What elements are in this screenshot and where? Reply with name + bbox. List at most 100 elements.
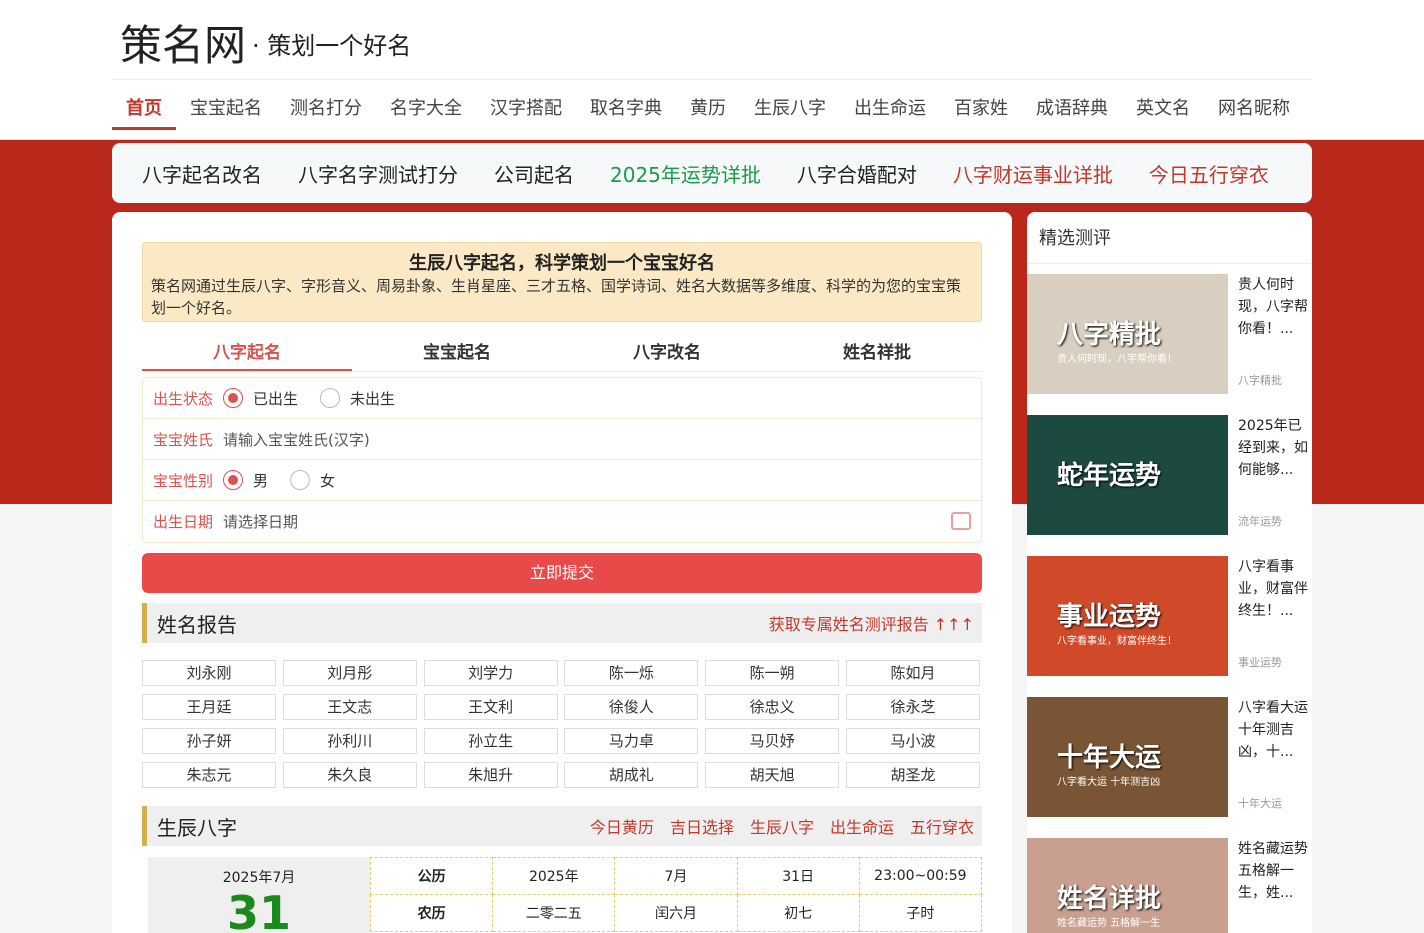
- name-report-link[interactable]: 获取专属姓名测评报告 ↑↑↑: [769, 611, 974, 635]
- male-option[interactable]: 男: [223, 470, 268, 491]
- calendar-icon[interactable]: [951, 512, 971, 530]
- name-chip[interactable]: 朱久良: [282, 762, 417, 788]
- gregorian-row: 公历 2025年 7月 31日 23:00~00:59: [369, 857, 983, 895]
- unborn-option[interactable]: 未出生: [320, 388, 395, 409]
- nav-item[interactable]: 成语辞典: [1022, 96, 1122, 130]
- card-thumbnail[interactable]: 事业运势 八字看事业，财富伴终生！: [1027, 556, 1228, 676]
- site-logo[interactable]: 策名网: [120, 12, 246, 73]
- name-chip[interactable]: 胡圣龙: [845, 762, 980, 788]
- card-text[interactable]: 贵人何时现，八字帮你看！...: [1238, 274, 1312, 340]
- nav-item[interactable]: 黄历: [676, 96, 740, 130]
- tab-item[interactable]: 宝宝起名: [352, 340, 562, 371]
- feature-nav-item[interactable]: 八字财运事业详批: [953, 159, 1113, 188]
- male-radio[interactable]: [223, 470, 243, 490]
- name-grid: 刘永刚 刘月彤 刘学力 陈一烁 陈一朔 陈如月 王月廷 王文志 王文利 徐俊人 徐忠义 徐永芝 孙子妍孙…: [142, 660, 982, 788]
- feature-nav-item[interactable]: 公司起名: [494, 159, 574, 188]
- site-header: 策名网 · 策划一个好名 首页 宝宝起名 测名打分 名字大全 汉字搭配 取名字典 黄历 生辰八…: [0, 0, 1424, 140]
- date-row[interactable]: 出生日期 请选择日期: [143, 501, 981, 542]
- card-thumbnail[interactable]: 姓名详批 姓名藏运势 五格解一生: [1027, 838, 1228, 933]
- name-chip[interactable]: 陈如月: [845, 660, 980, 686]
- review-card[interactable]: 姓名详批 姓名藏运势 五格解一生 姓名藏运势 五格解一生，姓...: [1027, 838, 1312, 933]
- date-input[interactable]: 请选择日期: [223, 511, 298, 532]
- nav-item[interactable]: 网名昵称: [1204, 96, 1304, 130]
- card-thumbnail[interactable]: 八字精批 贵人何时现，八字帮你看！: [1027, 274, 1228, 394]
- name-chip[interactable]: 孙利川: [282, 728, 417, 754]
- bazi-link[interactable]: 吉日选择: [670, 814, 734, 838]
- name-chip[interactable]: 徐永芝: [845, 694, 980, 720]
- name-chip[interactable]: 马力卓: [564, 728, 699, 754]
- nav-item[interactable]: 生辰八字: [740, 96, 840, 130]
- name-chip[interactable]: 刘永刚: [142, 660, 276, 686]
- name-chip[interactable]: 马贝妤: [705, 728, 840, 754]
- lunar-cell: 初七: [736, 894, 860, 932]
- nav-item[interactable]: 名字大全: [376, 96, 476, 130]
- unborn-radio[interactable]: [320, 388, 341, 408]
- birth-status-row: 出生状态 已出生 未出生: [143, 378, 981, 419]
- card-text[interactable]: 八字看大运 十年测吉凶，十...: [1238, 697, 1312, 763]
- feature-nav-item[interactable]: 今日五行穿衣: [1149, 159, 1269, 188]
- name-chip[interactable]: 刘学力: [423, 660, 558, 686]
- card-thumbnail[interactable]: 十年大运 八字看大运 十年测吉凶: [1027, 697, 1228, 817]
- name-chip[interactable]: 王月廷: [142, 694, 276, 720]
- name-chip[interactable]: 朱旭升: [423, 762, 558, 788]
- bazi-link[interactable]: 今日黄历: [590, 814, 654, 838]
- card-thumbnail[interactable]: 蛇年运势: [1027, 415, 1228, 535]
- feature-nav-item[interactable]: 八字合婚配对: [797, 159, 917, 188]
- thumbnail-title: 十年大运: [1057, 743, 1162, 773]
- name-chip[interactable]: 王文利: [423, 694, 558, 720]
- tab-item[interactable]: 八字起名: [142, 340, 352, 371]
- name-chip[interactable]: 徐忠义: [705, 694, 840, 720]
- feature-nav-item[interactable]: 八字起名改名: [142, 159, 262, 188]
- tab-item[interactable]: 姓名祥批: [772, 340, 982, 371]
- name-chip[interactable]: 马小波: [845, 728, 980, 754]
- nav-item[interactable]: 英文名: [1122, 96, 1204, 130]
- nav-item[interactable]: 首页: [112, 96, 176, 130]
- bazi-link[interactable]: 五行穿衣: [910, 814, 974, 838]
- submit-button[interactable]: 立即提交: [142, 553, 982, 593]
- name-chip[interactable]: 孙立生: [423, 728, 558, 754]
- name-chip[interactable]: 陈一朔: [705, 660, 840, 686]
- feature-nav-item[interactable]: 八字名字测试打分: [298, 159, 458, 188]
- name-chip[interactable]: 朱志元: [142, 762, 276, 788]
- feature-nav-item[interactable]: 2025年运势详批: [610, 159, 761, 188]
- thumbnail-title: 蛇年运势: [1057, 461, 1162, 491]
- nav-item[interactable]: 百家姓: [940, 96, 1022, 130]
- name-chip[interactable]: 王文志: [282, 694, 417, 720]
- lunar-cell: 子时: [858, 894, 983, 932]
- nav-item[interactable]: 汉字搭配: [476, 96, 576, 130]
- name-chip[interactable]: 胡天旭: [705, 762, 840, 788]
- bazi-link[interactable]: 出生命运: [830, 814, 894, 838]
- review-card[interactable]: 八字精批 贵人何时现，八字帮你看！ 贵人何时现，八字帮你看！... 八字精批: [1027, 274, 1312, 396]
- bazi-link[interactable]: 生辰八字: [750, 814, 814, 838]
- nav-item[interactable]: 测名打分: [276, 96, 376, 130]
- card-text[interactable]: 姓名藏运势 五格解一生，姓...: [1238, 838, 1312, 904]
- male-label: 男: [253, 471, 269, 490]
- nav-item[interactable]: 出生命运: [840, 96, 940, 130]
- card-tag: 八字精批: [1238, 374, 1282, 387]
- review-card[interactable]: 蛇年运势 2025年已经到来，如何能够... 流年运势: [1027, 415, 1312, 537]
- sidebar-title: 精选测评: [1027, 212, 1312, 264]
- card-text[interactable]: 2025年已经到来，如何能够...: [1238, 415, 1312, 481]
- lunar-cell: 农历: [369, 894, 494, 932]
- nav-item[interactable]: 取名字典: [576, 96, 676, 130]
- nav-item[interactable]: 宝宝起名: [176, 96, 276, 130]
- name-chip[interactable]: 陈一烁: [564, 660, 699, 686]
- site-slogan: · 策划一个好名: [252, 32, 412, 60]
- name-chip[interactable]: 徐俊人: [564, 694, 699, 720]
- name-chip[interactable]: 胡成礼: [564, 762, 699, 788]
- thumbnail-title: 姓名详批: [1057, 884, 1162, 914]
- gregorian-cell: 7月: [614, 857, 738, 895]
- card-text[interactable]: 八字看事业，财富伴终生！...: [1238, 556, 1312, 622]
- female-radio[interactable]: [290, 470, 311, 490]
- review-card[interactable]: 事业运势 八字看事业，财富伴终生！ 八字看事业，财富伴终生！... 事业运势: [1027, 556, 1312, 678]
- surname-row[interactable]: 宝宝姓氏 请输入宝宝姓氏(汉字): [143, 419, 981, 460]
- name-chip[interactable]: 孙子妍: [142, 728, 276, 754]
- name-chip[interactable]: 刘月彤: [282, 660, 417, 686]
- review-card[interactable]: 十年大运 八字看大运 十年测吉凶 八字看大运 十年测吉凶，十... 十年大运: [1027, 697, 1312, 819]
- surname-input[interactable]: 请输入宝宝姓氏(汉字): [223, 429, 370, 450]
- born-option[interactable]: 已出生: [223, 388, 298, 409]
- day-number: 31: [226, 886, 291, 933]
- born-radio[interactable]: [223, 388, 243, 408]
- female-option[interactable]: 女: [290, 470, 335, 491]
- tab-item[interactable]: 八字改名: [562, 340, 772, 371]
